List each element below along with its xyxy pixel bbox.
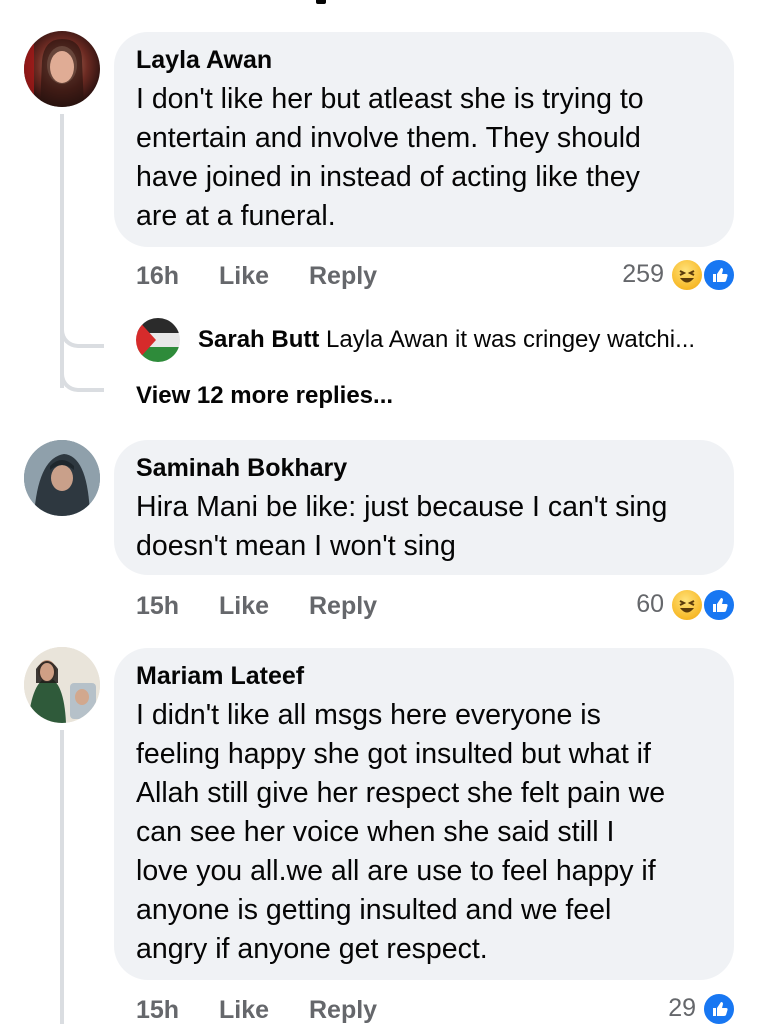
avatar-portrait: [24, 31, 84, 107]
thread-branch: [60, 366, 104, 392]
view-more-replies[interactable]: View 12 more replies...: [136, 382, 393, 410]
avatar[interactable]: [24, 647, 100, 723]
like-icon: [702, 588, 736, 622]
reaction-count[interactable]: 259: [600, 260, 664, 289]
like-icon: [702, 258, 736, 292]
comment-time[interactable]: 15h: [136, 592, 179, 621]
avatar[interactable]: [24, 31, 100, 107]
avatar[interactable]: [24, 440, 100, 516]
comment-time[interactable]: 16h: [136, 262, 179, 291]
avatar[interactable]: [136, 318, 180, 362]
cropped-text-fragment: [316, 0, 326, 4]
comment-text: I don't like her but atleast she is tryi…: [136, 83, 644, 232]
like-button[interactable]: Like: [219, 262, 269, 291]
avatar-portrait: [24, 647, 100, 723]
comment-time[interactable]: 15h: [136, 996, 179, 1025]
like-button[interactable]: Like: [219, 592, 269, 621]
comment-author[interactable]: Layla Awan: [136, 46, 272, 75]
avatar-portrait: [24, 440, 100, 516]
reply-button[interactable]: Reply: [309, 996, 377, 1025]
reply-preview[interactable]: Sarah Butt Layla Awan it was cringey wat…: [198, 326, 695, 354]
thread-branch: [60, 322, 104, 348]
reply-button[interactable]: Reply: [309, 262, 377, 291]
avatar-flag-image: [136, 318, 180, 362]
haha-icon: [670, 258, 704, 292]
haha-icon: [670, 588, 704, 622]
thread-line: [60, 730, 64, 1024]
thread-line: [60, 114, 64, 388]
like-icon: [702, 992, 736, 1026]
like-button[interactable]: Like: [219, 996, 269, 1025]
reply-button[interactable]: Reply: [309, 592, 377, 621]
comment-bubble: Layla Awan I don't like her but atleast …: [114, 32, 734, 247]
comment-bubble: Mariam Lateef I didn't like all msgs her…: [114, 648, 734, 980]
reply-snippet: Layla Awan it was cringey watchi...: [326, 326, 696, 353]
comment-text: I didn't like all msgs here everyone is …: [136, 699, 666, 965]
reply-author[interactable]: Sarah Butt: [198, 326, 319, 353]
comment-bubble: Saminah Bokhary Hira Mani be like: just …: [114, 440, 734, 575]
comment-text: Hira Mani be like: just because I can't …: [136, 491, 668, 562]
reaction-count[interactable]: 29: [632, 994, 696, 1023]
reaction-count[interactable]: 60: [600, 590, 664, 619]
comment-author[interactable]: Saminah Bokhary: [136, 454, 347, 483]
comment-author[interactable]: Mariam Lateef: [136, 662, 304, 691]
